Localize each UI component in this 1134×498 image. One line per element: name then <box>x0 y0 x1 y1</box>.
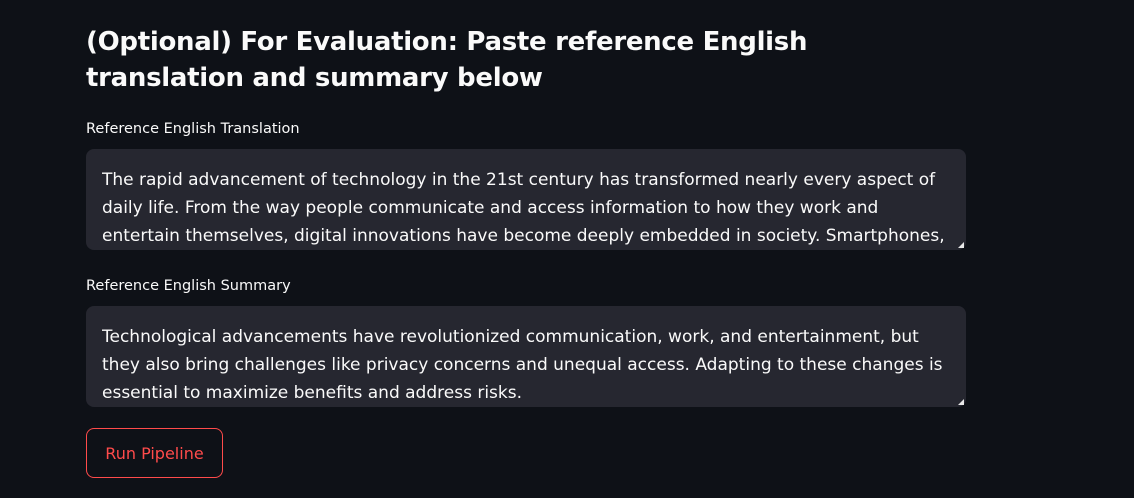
evaluation-section-heading: (Optional) For Evaluation: Paste referen… <box>86 27 808 93</box>
run-pipeline-button[interactable]: Run Pipeline <box>86 428 223 478</box>
reference-translation-label: Reference English Translation <box>86 121 300 137</box>
reference-translation-textarea[interactable]: The rapid advancement of technology in t… <box>86 149 966 250</box>
translation-resize-handle-icon[interactable] <box>958 242 964 248</box>
reference-summary-text: Technological advancements have revoluti… <box>102 327 943 403</box>
reference-summary-label: Reference English Summary <box>86 278 291 294</box>
summary-resize-handle-icon[interactable] <box>958 399 964 405</box>
reference-translation-text: The rapid advancement of technology in t… <box>102 170 945 246</box>
reference-summary-textarea[interactable]: Technological advancements have revoluti… <box>86 306 966 407</box>
main-content: (Optional) For Evaluation: Paste referen… <box>0 0 1134 498</box>
